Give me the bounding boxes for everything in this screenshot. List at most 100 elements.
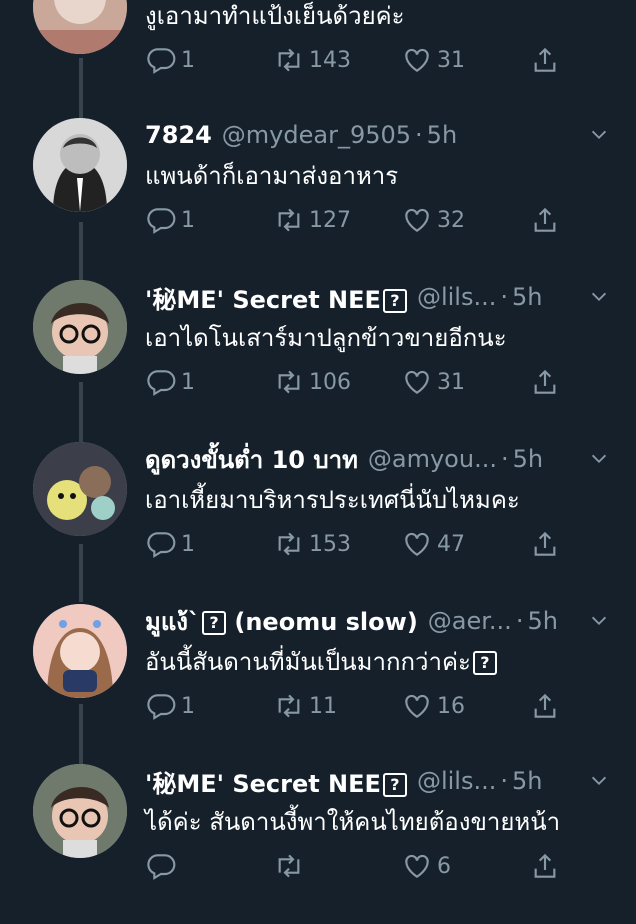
chevron-down-icon[interactable] bbox=[588, 448, 610, 470]
retweet-button[interactable]: 127 bbox=[273, 204, 351, 236]
user-handle[interactable]: @amyou... bbox=[368, 445, 497, 473]
display-name[interactable]: มูแง้`? (neomu slow) bbox=[145, 604, 418, 638]
tweet[interactable]: มูแง้`? (neomu slow) @aer... · 5h อันนี้… bbox=[0, 604, 636, 764]
tweet-actions: 6 bbox=[145, 850, 565, 886]
avatar[interactable] bbox=[33, 604, 127, 698]
reply-count: 1 bbox=[181, 693, 195, 719]
reply-icon bbox=[147, 694, 176, 720]
tweet-time[interactable]: 5h bbox=[527, 607, 557, 635]
retweet-button[interactable]: 106 bbox=[273, 366, 351, 398]
like-button[interactable]: 6 bbox=[401, 850, 451, 882]
like-icon bbox=[405, 48, 429, 72]
retweet-button[interactable] bbox=[273, 850, 309, 882]
user-handle[interactable]: @mydear_9505 bbox=[222, 121, 411, 149]
share-button[interactable] bbox=[529, 850, 561, 882]
retweet-icon bbox=[278, 208, 300, 232]
chevron-down-icon[interactable] bbox=[588, 286, 610, 308]
share-button[interactable] bbox=[529, 366, 561, 398]
tweet-text: เอาไดโนเสาร์มาปลูกข้าวขายอีกนะ bbox=[145, 324, 507, 352]
share-button[interactable] bbox=[529, 204, 561, 236]
share-icon bbox=[534, 853, 556, 878]
retweet-count: 11 bbox=[309, 693, 337, 719]
avatar[interactable] bbox=[33, 764, 127, 858]
display-name[interactable]: '秘ME' Secret NEE? bbox=[145, 764, 407, 798]
avatar[interactable] bbox=[33, 280, 127, 374]
share-button[interactable] bbox=[529, 690, 561, 722]
tweet[interactable]: 7824 @mydear_9505 · 5h แพนด้าก็เอามาส่งอ… bbox=[0, 118, 636, 278]
reply-icon bbox=[147, 854, 176, 880]
retweet-icon bbox=[278, 370, 300, 394]
tweet[interactable]: ดูดวงขั้นต่ำ 10 บาท @amyou... · 5h เอาเห… bbox=[0, 442, 636, 602]
user-handle[interactable]: @lils... bbox=[417, 767, 496, 795]
display-name-suffix: (neomu slow) bbox=[226, 607, 418, 636]
tweet-text: เอาเหี้ยมาบริหารประเทศนี่นับไหมคะ bbox=[145, 486, 520, 514]
retweet-count: 153 bbox=[309, 531, 351, 557]
unsupported-glyph-box: ? bbox=[202, 610, 227, 635]
tweet-text: อันนี้สันดานที่มันเป็นมากกว่าค่ะ? bbox=[145, 642, 497, 681]
avatar[interactable] bbox=[33, 442, 127, 536]
reply-button[interactable]: 1 bbox=[145, 528, 195, 560]
reply-icon bbox=[147, 48, 176, 74]
separator-dot: · bbox=[500, 445, 509, 473]
tweet-partial[interactable]: งูเอามาทำแป้งเย็นด้วยค่ะ 1 143 31 bbox=[0, 0, 636, 120]
like-count: 6 bbox=[437, 853, 451, 879]
share-icon bbox=[534, 207, 556, 232]
tweet-actions: 1 143 31 bbox=[145, 44, 565, 80]
reply-button[interactable]: 1 bbox=[145, 366, 195, 398]
reply-count: 1 bbox=[181, 47, 195, 73]
chevron-down-icon[interactable] bbox=[588, 124, 610, 146]
share-button[interactable] bbox=[529, 44, 561, 76]
reply-icon bbox=[147, 208, 176, 234]
share-icon bbox=[534, 47, 556, 72]
like-icon bbox=[405, 532, 429, 556]
reply-count: 1 bbox=[181, 207, 195, 233]
display-name[interactable]: ดูดวงขั้นต่ำ 10 บาท bbox=[145, 442, 358, 476]
tweet-header: มูแง้`? (neomu slow) @aer... · 5h bbox=[145, 604, 576, 638]
tweet[interactable]: '秘ME' Secret NEE? @lils... · 5h เอาไดโนเ… bbox=[0, 280, 636, 440]
like-icon bbox=[405, 370, 429, 394]
like-button[interactable]: 31 bbox=[401, 366, 465, 398]
user-handle[interactable]: @aer... bbox=[428, 607, 512, 635]
reply-button[interactable]: 1 bbox=[145, 690, 195, 722]
like-count: 16 bbox=[437, 693, 465, 719]
display-name[interactable]: 7824 bbox=[145, 121, 212, 149]
like-button[interactable]: 16 bbox=[401, 690, 465, 722]
user-handle[interactable]: @lils... bbox=[417, 283, 496, 311]
tweet-time[interactable]: 5h bbox=[513, 445, 543, 473]
reply-button[interactable]: 1 bbox=[145, 44, 195, 76]
separator-dot: · bbox=[515, 607, 524, 635]
reply-count: 1 bbox=[181, 369, 195, 395]
tweet-text: แพนด้าก็เอามาส่งอาหาร bbox=[145, 162, 399, 190]
display-name[interactable]: '秘ME' Secret NEE? bbox=[145, 280, 407, 314]
tweet-time[interactable]: 5h bbox=[512, 283, 542, 311]
chevron-down-icon[interactable] bbox=[588, 610, 610, 632]
chevron-down-icon[interactable] bbox=[588, 770, 610, 792]
reply-count: 1 bbox=[181, 531, 195, 557]
reply-button[interactable] bbox=[145, 850, 181, 882]
avatar[interactable] bbox=[33, 0, 127, 54]
tweet-text: ได้ค่ะ สันดานงี้พาให้คนไทยต้องขายหน้า bbox=[145, 808, 561, 836]
avatar[interactable] bbox=[33, 118, 127, 212]
reply-button[interactable]: 1 bbox=[145, 204, 195, 236]
tweet[interactable]: '秘ME' Secret NEE? @lils... · 5h ได้ค่ะ ส… bbox=[0, 764, 636, 924]
tweet-text: งูเอามาทำแป้งเย็นด้วยค่ะ bbox=[145, 2, 405, 30]
like-icon bbox=[405, 208, 429, 232]
retweet-icon bbox=[278, 694, 300, 718]
like-button[interactable]: 47 bbox=[401, 528, 465, 560]
unsupported-glyph-box: ? bbox=[382, 288, 407, 313]
retweet-icon bbox=[278, 532, 300, 556]
like-button[interactable]: 32 bbox=[401, 204, 465, 236]
separator-dot: · bbox=[500, 767, 508, 795]
retweet-button[interactable]: 11 bbox=[273, 690, 337, 722]
retweet-count: 143 bbox=[309, 47, 351, 73]
retweet-button[interactable]: 153 bbox=[273, 528, 351, 560]
like-button[interactable]: 31 bbox=[401, 44, 465, 76]
reply-icon bbox=[147, 532, 176, 558]
tweet-time[interactable]: 5h bbox=[427, 121, 457, 149]
unsupported-glyph-box: ? bbox=[472, 651, 497, 675]
share-icon bbox=[534, 531, 556, 556]
like-count: 31 bbox=[437, 369, 465, 395]
share-button[interactable] bbox=[529, 528, 561, 560]
retweet-button[interactable]: 143 bbox=[273, 44, 351, 76]
tweet-time[interactable]: 5h bbox=[512, 767, 542, 795]
